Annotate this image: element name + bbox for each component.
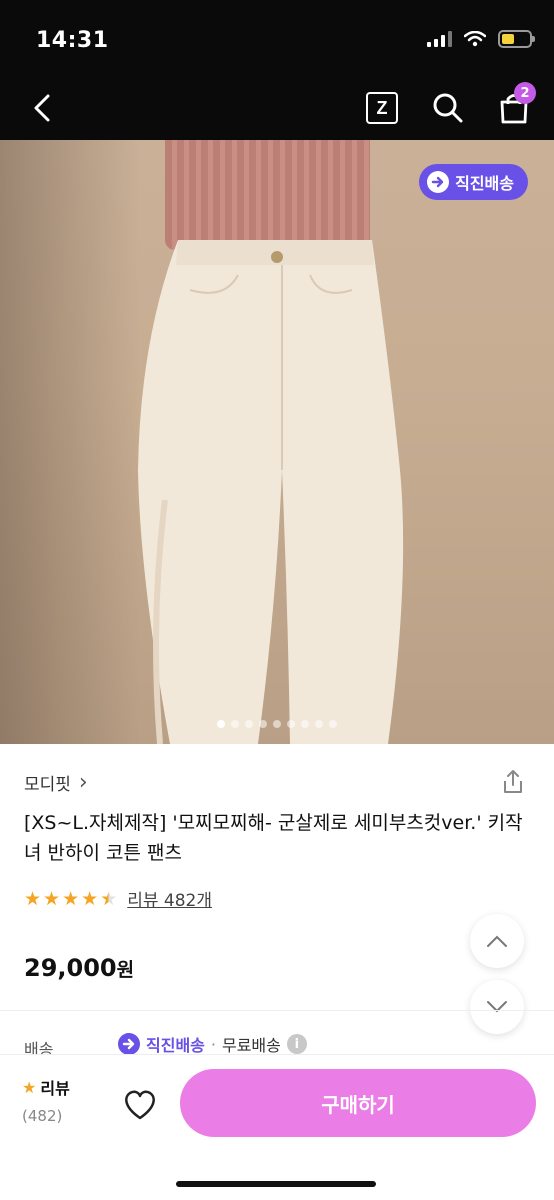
bottom-review-summary[interactable]: ★ 리뷰 (482) [22,1075,70,1126]
bottom-action-bar: ★ 리뷰 (482) 구매하기 [0,1054,554,1200]
search-icon [433,93,463,123]
star-icon: ★ [81,887,99,910]
carousel-dot[interactable] [259,720,267,728]
star-icon: ★ [22,1077,37,1097]
scroll-bottom-button[interactable] [470,980,524,1034]
star-icon: ★ [24,887,42,910]
info-icon[interactable]: i [286,1034,307,1054]
share-button[interactable] [500,768,526,796]
nav-bar: Z 2 [0,78,554,138]
buy-button[interactable]: 구매하기 [180,1069,536,1137]
divider [0,1010,554,1011]
chevron-right-icon: › [78,769,88,795]
direct-delivery-icon [427,171,450,193]
carousel-dot[interactable] [315,720,323,728]
rating-stars: ★ ★ ★ ★ ★ [24,889,117,909]
review-label: 리뷰 [40,1079,70,1098]
chevron-up-icon [487,935,507,947]
brand-name: 모디핏 [24,775,71,795]
cart-count-badge: 2 [514,82,536,104]
scroll-top-button[interactable] [470,914,524,968]
wishlist-button[interactable] [120,1085,160,1123]
shipping-info: 직진배송 · 무료배송 i [118,1032,307,1056]
back-button[interactable] [24,88,60,128]
half-star-icon: ★ [100,887,118,910]
zigzag-home-button[interactable]: Z [366,92,398,124]
top-bar: 14:31 Z 2 [0,0,554,140]
share-icon [504,770,522,793]
home-indicator [176,1181,376,1187]
free-shipping-text: 무료배송 [221,1036,281,1055]
heart-icon [125,1090,155,1120]
shipping-separator: · [210,1034,216,1054]
carousel-dot[interactable] [273,720,281,728]
carousel-dot[interactable] [245,720,253,728]
battery-icon [498,30,535,48]
direct-delivery-badge: 직진배송 [419,164,528,200]
review-count-link[interactable]: 리뷰 482개 [127,886,212,911]
rating-row: ★ ★ ★ ★ ★ 리뷰 482개 [24,886,212,912]
chevron-down-icon [487,1001,507,1013]
review-count: (482) [22,1107,63,1125]
product-photo [138,240,404,744]
carousel-dot[interactable] [329,720,337,728]
direct-delivery-icon [118,1033,140,1055]
product-image-carousel[interactable]: 직진배송 [0,140,554,744]
direct-delivery-tag: 직진배송 [118,1032,205,1056]
brand-link[interactable]: 모디핏 › [24,770,88,795]
carousel-dot[interactable] [217,720,225,728]
status-icons [427,30,535,48]
carousel-dot[interactable] [287,720,295,728]
price: 29,000원 [24,954,135,982]
product-title: [XS~L.자체제작] '모찌모찌해- 군살제로 세미부츠컷ver.' 키작녀 … [24,812,523,864]
wifi-icon [464,31,486,47]
star-icon: ★ [43,887,61,910]
status-time: 14:31 [36,28,109,53]
carousel-dot[interactable] [301,720,309,728]
search-button[interactable] [430,90,466,126]
chevron-left-icon [34,94,50,122]
signal-icon [427,31,452,47]
carousel-dot[interactable] [231,720,239,728]
carousel-dots [0,720,554,728]
star-icon: ★ [62,887,80,910]
